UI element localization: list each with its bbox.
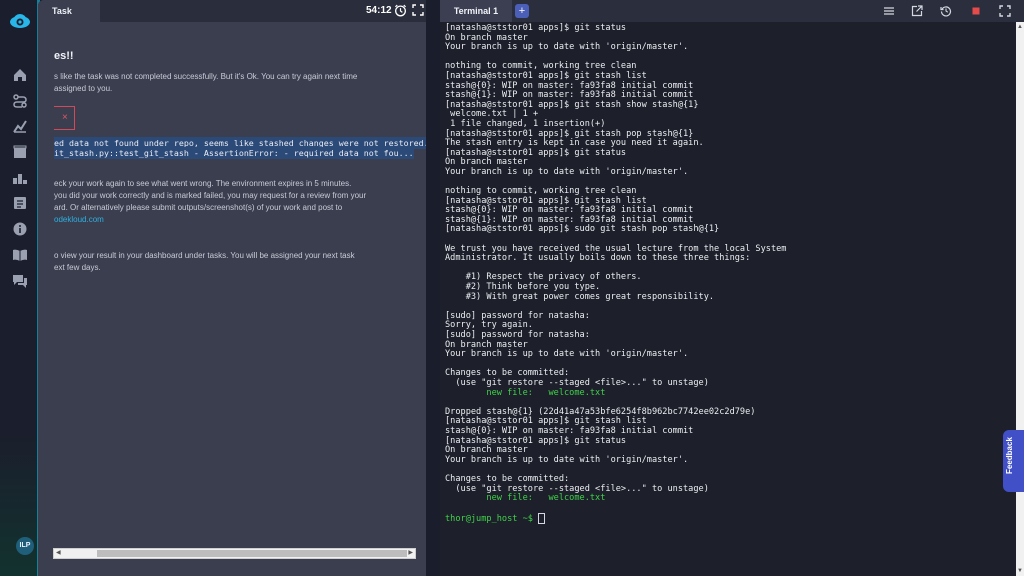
info-icon[interactable] (12, 221, 28, 237)
stats-icon[interactable] (12, 118, 28, 134)
terminal-line: [natasha@ststor01 apps]$ git status (445, 435, 627, 446)
task-content: es!! s like the task was not completed s… (54, 22, 426, 552)
terminal-line: [sudo] password for natasha: (445, 330, 590, 340)
terminal-line: Your branch is up to date with 'origin/m… (445, 42, 689, 53)
result-text-line: assigned to you. (54, 84, 113, 93)
terminal-line: #3) With great power comes great respons… (445, 291, 715, 302)
terminal-line: Your branch is up to date with 'origin/m… (445, 166, 689, 177)
terminal-line: new file: welcome.txt (445, 387, 606, 398)
feedback-label: Feedback (1005, 437, 1014, 474)
instruction-text-line: you did your work correctly and is marke… (54, 191, 367, 200)
terminal-line: [natasha@ststor01 apps]$ git status (445, 23, 627, 33)
book-icon[interactable] (12, 247, 28, 263)
error-message-line: it_stash.py::test_git_stash - AssertionE… (54, 147, 414, 159)
add-terminal-button[interactable]: + (515, 4, 529, 18)
stop-icon[interactable] (970, 5, 982, 17)
result-text-line: s like the task was not completed succes… (54, 72, 358, 81)
video-icon[interactable] (12, 144, 28, 160)
vertical-scrollbar[interactable]: ▲ ▼ (1016, 22, 1024, 576)
task-panel: Task 54:12 es!! s like the task was not … (38, 0, 426, 576)
terminal-line: [natasha@ststor01 apps]$ sudo git stash … (445, 224, 720, 235)
terminal-line: Administrator. It usually boils down to … (445, 253, 751, 264)
terminal-line: [natasha@ststor01 apps]$ git status (445, 147, 627, 158)
terminal-panel: Terminal 1 + [natasha@ststor01 apps]$ gi… (440, 0, 1024, 576)
route-icon[interactable] (12, 93, 28, 109)
scroll-down-arrow-icon[interactable]: ▼ (1017, 568, 1023, 574)
terminal-line: Your branch is up to date with 'origin/m… (445, 349, 689, 360)
terminal-line: Your branch is up to date with 'origin/m… (445, 454, 689, 465)
scroll-left-arrow-icon[interactable]: ◀ (56, 549, 61, 556)
external-link-icon[interactable] (911, 5, 923, 17)
task-header: Task 54:12 (38, 0, 426, 22)
history-icon[interactable] (940, 5, 952, 17)
horizontal-scrollbar[interactable]: ◀ ▶ (53, 548, 416, 559)
fail-x-icon: × (62, 112, 68, 123)
fullscreen-icon[interactable] (412, 4, 424, 16)
menu-icon[interactable] (883, 5, 895, 17)
instruction-text-line: ard. Or alternatively please submit outp… (54, 203, 343, 212)
terminal-line: new file: welcome.txt (445, 493, 606, 504)
tab-task[interactable]: Task (38, 0, 100, 22)
dashboard-text-line: ext few days. (54, 263, 101, 272)
terminal-prompt: thor@jump_host ~$ (445, 513, 1010, 525)
scrollbar-thumb[interactable] (97, 550, 407, 557)
error-status-box: × (54, 106, 75, 130)
timer-display: 54:12 (366, 5, 392, 16)
support-link[interactable]: odekloud.com (54, 215, 104, 224)
result-heading: es!! (54, 50, 74, 62)
terminal-cursor (538, 513, 546, 525)
fullscreen-icon[interactable] (999, 5, 1011, 17)
terminal-header: Terminal 1 + (440, 0, 1024, 22)
terminal-output[interactable]: [natasha@ststor01 apps]$ git status On br… (445, 23, 1010, 576)
sidebar: ILP (0, 0, 38, 576)
error-text: it_stash.py::test_git_stash - AssertionE… (54, 147, 414, 159)
feedback-button[interactable]: Feedback (1003, 430, 1024, 492)
instruction-text-line: eck your work again to see what went wro… (54, 179, 352, 188)
chat-icon[interactable] (12, 273, 28, 289)
home-icon[interactable] (12, 67, 28, 83)
logo-icon[interactable] (9, 13, 31, 29)
leaderboard-icon[interactable] (12, 170, 28, 186)
notes-icon[interactable] (12, 195, 28, 211)
alarm-clock-icon[interactable] (394, 4, 407, 17)
scroll-right-arrow-icon[interactable]: ▶ (408, 549, 413, 556)
scroll-up-arrow-icon[interactable]: ▲ (1017, 24, 1023, 30)
dashboard-text-line: o view your result in your dashboard und… (54, 251, 355, 260)
avatar[interactable]: ILP (16, 537, 34, 555)
tab-terminal-1[interactable]: Terminal 1 (440, 0, 512, 22)
